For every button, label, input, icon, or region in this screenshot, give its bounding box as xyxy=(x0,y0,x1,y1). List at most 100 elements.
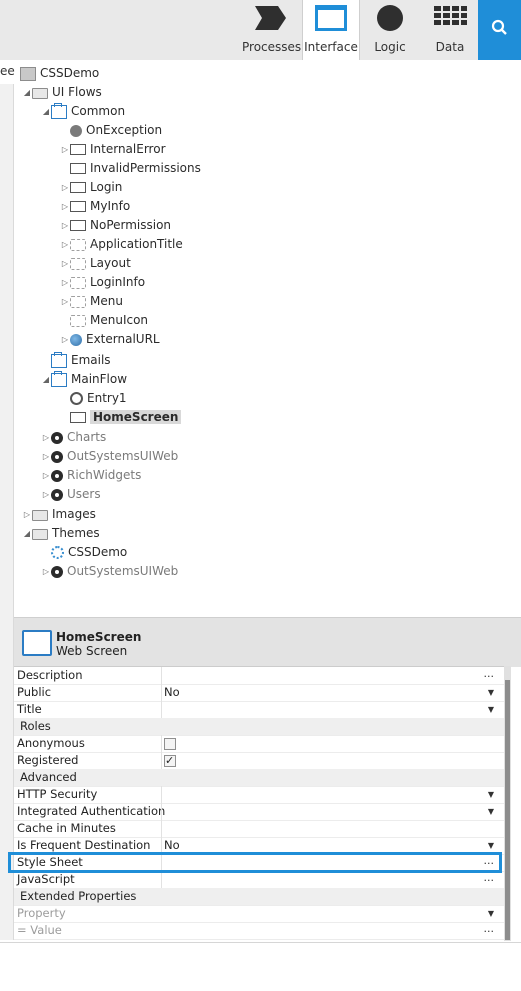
property-javascript[interactable]: JavaScript ... xyxy=(14,871,504,889)
properties-title: HomeScreen xyxy=(56,630,142,644)
tree-node-menuicon[interactable]: MenuIcon xyxy=(60,311,148,330)
flow-icon xyxy=(51,370,67,387)
tree-node-themes[interactable]: ◢ Themes xyxy=(22,524,100,543)
dropdown-arrow-icon[interactable]: ▼ xyxy=(488,684,494,701)
collapse-arrow-icon[interactable]: ◢ xyxy=(41,102,51,121)
module-icon xyxy=(51,469,63,482)
section-roles[interactable]: Roles xyxy=(14,718,504,736)
expand-arrow-icon[interactable]: ▷ xyxy=(60,292,70,311)
property-title[interactable]: Title ▼ xyxy=(14,701,504,719)
properties-grid: Description ... Public No ▼ Title ▼ Role… xyxy=(14,666,504,943)
expand-arrow-icon[interactable]: ▷ xyxy=(60,178,70,197)
expand-arrow-icon[interactable]: ▷ xyxy=(41,466,51,485)
flow-icon xyxy=(51,351,67,368)
tree-node-mainflow[interactable]: ◢ MainFlow xyxy=(41,370,127,389)
tree-node-richwidgets[interactable]: ▷ RichWidgets xyxy=(41,466,141,485)
tree-node-charts[interactable]: ▷ Charts xyxy=(41,428,106,447)
expand-arrow-icon[interactable]: ▷ xyxy=(60,235,70,254)
collapse-arrow-icon[interactable]: ◢ xyxy=(41,370,51,389)
tree-node-homescreen[interactable]: HomeScreen xyxy=(60,408,182,427)
tab-data[interactable]: Data xyxy=(421,0,479,60)
logic-icon xyxy=(377,5,403,31)
expand-arrow-icon[interactable]: ▷ xyxy=(22,505,32,524)
section-advanced[interactable]: Advanced xyxy=(14,769,504,787)
tree-node-internalerror[interactable]: ▷ InternalError xyxy=(60,140,166,159)
tree-node-theme-outsystemsuiweb[interactable]: ▷ OutSystemsUIWeb xyxy=(41,562,178,581)
property-name-placeholder[interactable]: Property ▼ xyxy=(14,905,504,923)
tree-node-users[interactable]: ▷ Users xyxy=(41,485,101,504)
tree-node-applicationtitle[interactable]: ▷ ApplicationTitle xyxy=(60,235,183,254)
property-value-placeholder[interactable]: = Value ... xyxy=(14,922,504,940)
ellipsis-button[interactable]: ... xyxy=(484,920,495,937)
property-cache-in-minutes[interactable]: Cache in Minutes xyxy=(14,820,504,838)
tree-node-login[interactable]: ▷ Login xyxy=(60,178,122,197)
tab-interface[interactable]: Interface xyxy=(302,0,360,60)
web-block-icon xyxy=(70,276,86,289)
properties-subtitle: Web Screen xyxy=(56,644,128,658)
expand-arrow-icon[interactable]: ▷ xyxy=(60,140,70,159)
dropdown-arrow-icon[interactable]: ▼ xyxy=(488,786,494,803)
expand-arrow-icon[interactable]: ▷ xyxy=(60,273,70,292)
flow-icon xyxy=(51,102,67,119)
tree-node-invalidpermissions[interactable]: InvalidPermissions xyxy=(60,159,201,178)
tree-node-ui-flows[interactable]: ◢ UI Flows xyxy=(22,83,102,102)
property-integrated-authentication[interactable]: Integrated Authentication ▼ xyxy=(14,803,504,821)
folder-icon xyxy=(32,529,48,540)
tree-node-outsystemsuiweb[interactable]: ▷ OutSystemsUIWeb xyxy=(41,447,178,466)
globe-icon xyxy=(70,333,82,346)
ellipsis-button[interactable]: ... xyxy=(484,665,495,682)
panel-bottom-border xyxy=(0,942,521,943)
tree-node-nopermission[interactable]: ▷ NoPermission xyxy=(60,216,171,235)
tree-node-root[interactable]: CSSDemo xyxy=(20,64,99,83)
expand-arrow-icon[interactable]: ▷ xyxy=(60,216,70,235)
tree-node-onexception[interactable]: OnException xyxy=(60,121,162,140)
style-sheet-highlight xyxy=(8,852,502,873)
tab-interface-label: Interface xyxy=(304,40,358,54)
section-extended-properties[interactable]: Extended Properties xyxy=(14,888,504,906)
toolbar: Processes Interface Logic Data xyxy=(0,0,521,60)
properties-scrollbar[interactable] xyxy=(504,666,511,941)
registered-checkbox[interactable] xyxy=(164,752,176,769)
dropdown-arrow-icon[interactable]: ▼ xyxy=(488,701,494,718)
tab-processes[interactable]: Processes xyxy=(242,0,302,60)
module-icon xyxy=(51,431,63,444)
expand-arrow-icon[interactable]: ▷ xyxy=(60,254,70,273)
tree-node-emails[interactable]: Emails xyxy=(41,351,111,370)
property-registered[interactable]: Registered xyxy=(14,752,504,770)
expand-arrow-icon[interactable]: ▷ xyxy=(41,485,51,504)
expand-arrow-icon[interactable]: ▷ xyxy=(60,330,70,349)
expand-arrow-icon[interactable]: ▷ xyxy=(41,562,51,581)
properties-header: HomeScreen Web Screen xyxy=(14,617,521,667)
tab-processes-label: Processes xyxy=(242,40,302,54)
collapse-arrow-icon[interactable]: ◢ xyxy=(22,524,32,543)
public-value[interactable]: No xyxy=(164,684,180,701)
tree-node-externalurl[interactable]: ▷ ExternalURL xyxy=(60,330,160,349)
anonymous-checkbox[interactable] xyxy=(164,738,176,750)
theme-icon xyxy=(51,546,64,559)
expand-arrow-icon[interactable]: ▷ xyxy=(60,197,70,216)
property-http-security[interactable]: HTTP Security ▼ xyxy=(14,786,504,804)
tree-node-theme-cssdemo[interactable]: CSSDemo xyxy=(41,543,127,562)
tree-node-common[interactable]: ◢ Common xyxy=(41,102,125,121)
tree-node-entry1[interactable]: Entry1 xyxy=(60,389,127,408)
tree-node-menu[interactable]: ▷ Menu xyxy=(60,292,123,311)
tab-logic[interactable]: Logic xyxy=(362,0,418,60)
interface-icon xyxy=(315,5,347,31)
module-icon xyxy=(51,565,63,578)
tree-node-logininfo[interactable]: ▷ LoginInfo xyxy=(60,273,145,292)
search-button[interactable] xyxy=(478,0,521,60)
property-public[interactable]: Public No ▼ xyxy=(14,684,504,702)
expand-arrow-icon[interactable]: ▷ xyxy=(41,447,51,466)
collapse-arrow-icon[interactable]: ◢ xyxy=(22,83,32,102)
tree-node-layout[interactable]: ▷ Layout xyxy=(60,254,131,273)
web-block-icon xyxy=(70,238,86,251)
scrollbar-thumb[interactable] xyxy=(505,680,510,940)
expand-arrow-icon[interactable]: ▷ xyxy=(41,428,51,447)
property-anonymous[interactable]: Anonymous xyxy=(14,735,504,753)
tree-node-myinfo[interactable]: ▷ MyInfo xyxy=(60,197,130,216)
dropdown-arrow-icon[interactable]: ▼ xyxy=(488,803,494,820)
property-description[interactable]: Description ... xyxy=(14,667,504,685)
web-block-icon xyxy=(70,314,86,327)
tree-node-images[interactable]: ▷ Images xyxy=(22,505,96,524)
element-tree[interactable]: CSSDemo ◢ UI Flows ◢ Common OnException ▷ I… xyxy=(0,62,521,617)
